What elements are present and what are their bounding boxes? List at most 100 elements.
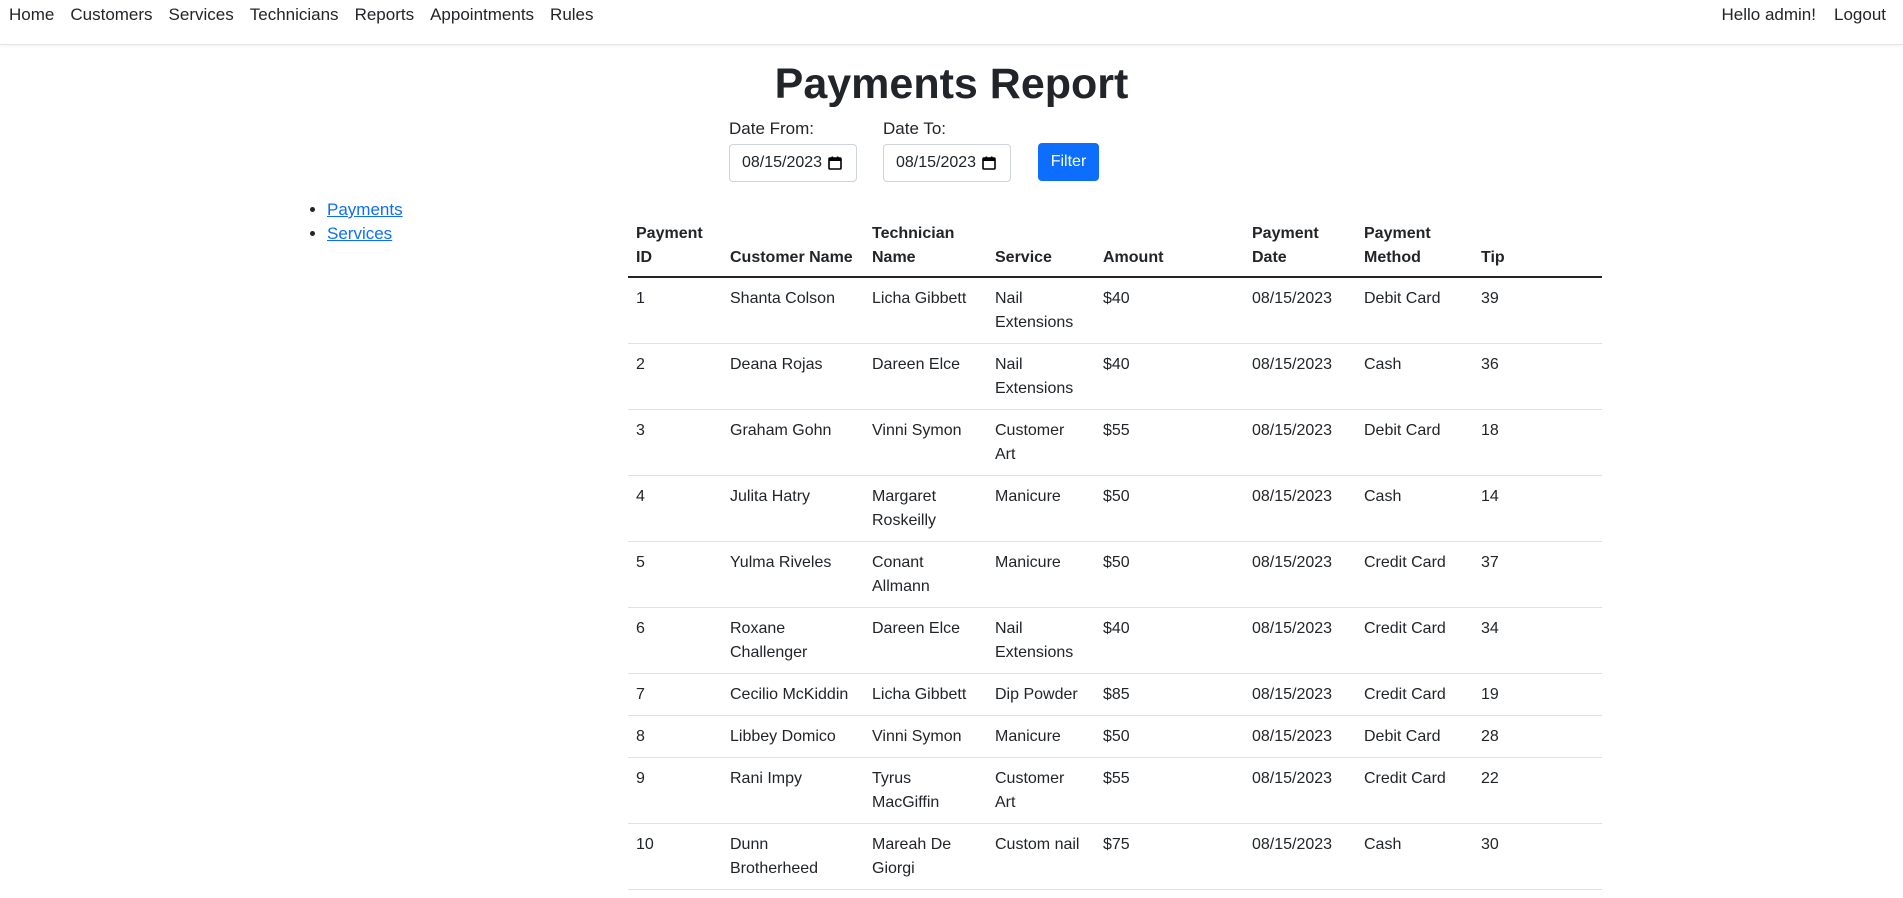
cell-tip: 19 <box>1473 673 1602 716</box>
cell-technician-name: Mareah De Giorgi <box>864 823 987 890</box>
nav-rules[interactable]: Rules <box>550 5 593 25</box>
nav-services[interactable]: Services <box>169 5 234 25</box>
cell-tip: 39 <box>1473 277 1602 344</box>
cell-service: Customer Art <box>987 757 1095 824</box>
cell-technician-name: Licha Gibbett <box>864 277 987 344</box>
nav-home[interactable]: Home <box>9 5 54 25</box>
cell-payment-date: 08/15/2023 <box>1244 475 1356 542</box>
payments-table: Payment ID Customer Name Technician Name… <box>628 219 1602 890</box>
payments-link[interactable]: Payments <box>327 200 403 219</box>
cell-amount: $40 <box>1095 277 1244 344</box>
cell-payment-date: 08/15/2023 <box>1244 757 1356 824</box>
cell-payment-method: Debit Card <box>1356 277 1473 344</box>
logout-link[interactable]: Logout <box>1834 5 1886 25</box>
cell-payment-method: Credit Card <box>1356 541 1473 608</box>
cell-payment-method: Cash <box>1356 475 1473 542</box>
cell-payment-method: Debit Card <box>1356 715 1473 758</box>
table-row: 2 Deana Rojas Dareen Elce Nail Extension… <box>628 343 1602 410</box>
report-links: Payments Services <box>309 198 403 246</box>
col-service: Service <box>987 219 1095 278</box>
cell-payment-id: 2 <box>628 343 722 410</box>
cell-amount: $55 <box>1095 757 1244 824</box>
cell-amount: $75 <box>1095 823 1244 890</box>
cell-payment-method: Cash <box>1356 343 1473 410</box>
cell-technician-name: Tyrus MacGiffin <box>864 757 987 824</box>
cell-amount: $40 <box>1095 343 1244 410</box>
cell-payment-method: Credit Card <box>1356 673 1473 716</box>
cell-payment-id: 7 <box>628 673 722 716</box>
cell-service: Nail Extensions <box>987 277 1095 344</box>
table-row: 4 Julita Hatry Margaret Roskeilly Manicu… <box>628 475 1602 542</box>
cell-technician-name: Dareen Elce <box>864 607 987 674</box>
cell-payment-id: 3 <box>628 409 722 476</box>
table-row: 1 Shanta Colson Licha Gibbett Nail Exten… <box>628 277 1602 344</box>
cell-service: Nail Extensions <box>987 343 1095 410</box>
main-nav: Home Customers Services Technicians Repo… <box>9 5 594 25</box>
cell-amount: $50 <box>1095 475 1244 542</box>
user-greeting: Hello admin! <box>1721 5 1817 24</box>
cell-customer-name: Libbey Domico <box>722 715 864 758</box>
table-header-row: Payment ID Customer Name Technician Name… <box>628 219 1602 278</box>
cell-customer-name: Deana Rojas <box>722 343 864 410</box>
col-tip: Tip <box>1473 219 1602 278</box>
cell-amount: $50 <box>1095 541 1244 608</box>
nav-reports[interactable]: Reports <box>355 5 415 25</box>
date-from-input[interactable]: 08/15/2023 <box>729 144 857 182</box>
table-row: 3 Graham Gohn Vinni Symon Customer Art $… <box>628 409 1602 476</box>
cell-payment-id: 1 <box>628 277 722 344</box>
table-row: 10 Dunn Brotherheed Mareah De Giorgi Cus… <box>628 823 1602 890</box>
cell-service: Manicure <box>987 715 1095 758</box>
cell-payment-date: 08/15/2023 <box>1244 673 1356 716</box>
cell-payment-date: 08/15/2023 <box>1244 343 1356 410</box>
cell-service: Customer Art <box>987 409 1095 476</box>
date-to-group: Date To: 08/15/2023 <box>883 119 1011 182</box>
report-link-item: Payments <box>327 198 403 222</box>
cell-amount: $50 <box>1095 715 1244 758</box>
col-amount: Amount <box>1095 219 1244 278</box>
page-title: Payments Report <box>774 60 1129 108</box>
date-to-input[interactable]: 08/15/2023 <box>883 144 1011 182</box>
cell-technician-name: Conant Allmann <box>864 541 987 608</box>
nav-appointments[interactable]: Appointments <box>430 5 534 25</box>
nav-customers[interactable]: Customers <box>70 5 152 25</box>
cell-technician-name: Vinni Symon <box>864 715 987 758</box>
top-navbar: Home Customers Services Technicians Repo… <box>0 0 1903 45</box>
date-from-label: Date From: <box>729 119 815 138</box>
cell-payment-id: 8 <box>628 715 722 758</box>
cell-service: Nail Extensions <box>987 607 1095 674</box>
cell-amount: $85 <box>1095 673 1244 716</box>
cell-customer-name: Dunn Brotherheed <box>722 823 864 890</box>
cell-payment-method: Cash <box>1356 823 1473 890</box>
cell-payment-id: 5 <box>628 541 722 608</box>
cell-payment-id: 9 <box>628 757 722 824</box>
col-technician-name: Technician Name <box>864 219 987 278</box>
cell-customer-name: Shanta Colson <box>722 277 864 344</box>
filter-button[interactable]: Filter <box>1038 143 1099 181</box>
date-to-value: 08/15/2023 <box>896 154 977 171</box>
cell-tip: 22 <box>1473 757 1602 824</box>
cell-tip: 28 <box>1473 715 1602 758</box>
cell-technician-name: Vinni Symon <box>864 409 987 476</box>
cell-tip: 14 <box>1473 475 1602 542</box>
cell-customer-name: Julita Hatry <box>722 475 864 542</box>
cell-payment-method: Debit Card <box>1356 409 1473 476</box>
calendar-icon[interactable] <box>828 156 842 170</box>
user-nav: Hello admin! Logout <box>1722 5 1887 25</box>
nav-technicians[interactable]: Technicians <box>250 5 339 25</box>
cell-customer-name: Yulma Riveles <box>722 541 864 608</box>
date-from-group: Date From: 08/15/2023 <box>729 119 857 182</box>
services-link[interactable]: Services <box>327 224 392 243</box>
table-row: 8 Libbey Domico Vinni Symon Manicure $50… <box>628 715 1602 758</box>
cell-payment-date: 08/15/2023 <box>1244 607 1356 674</box>
calendar-icon[interactable] <box>982 156 996 170</box>
cell-service: Manicure <box>987 475 1095 542</box>
cell-tip: 30 <box>1473 823 1602 890</box>
cell-payment-id: 6 <box>628 607 722 674</box>
table-row: 6 Roxane Challenger Dareen Elce Nail Ext… <box>628 607 1602 674</box>
table-row: 9 Rani Impy Tyrus MacGiffin Customer Art… <box>628 757 1602 824</box>
cell-payment-method: Credit Card <box>1356 607 1473 674</box>
cell-amount: $55 <box>1095 409 1244 476</box>
cell-tip: 18 <box>1473 409 1602 476</box>
report-link-item: Services <box>327 222 403 246</box>
col-customer-name: Customer Name <box>722 219 864 278</box>
